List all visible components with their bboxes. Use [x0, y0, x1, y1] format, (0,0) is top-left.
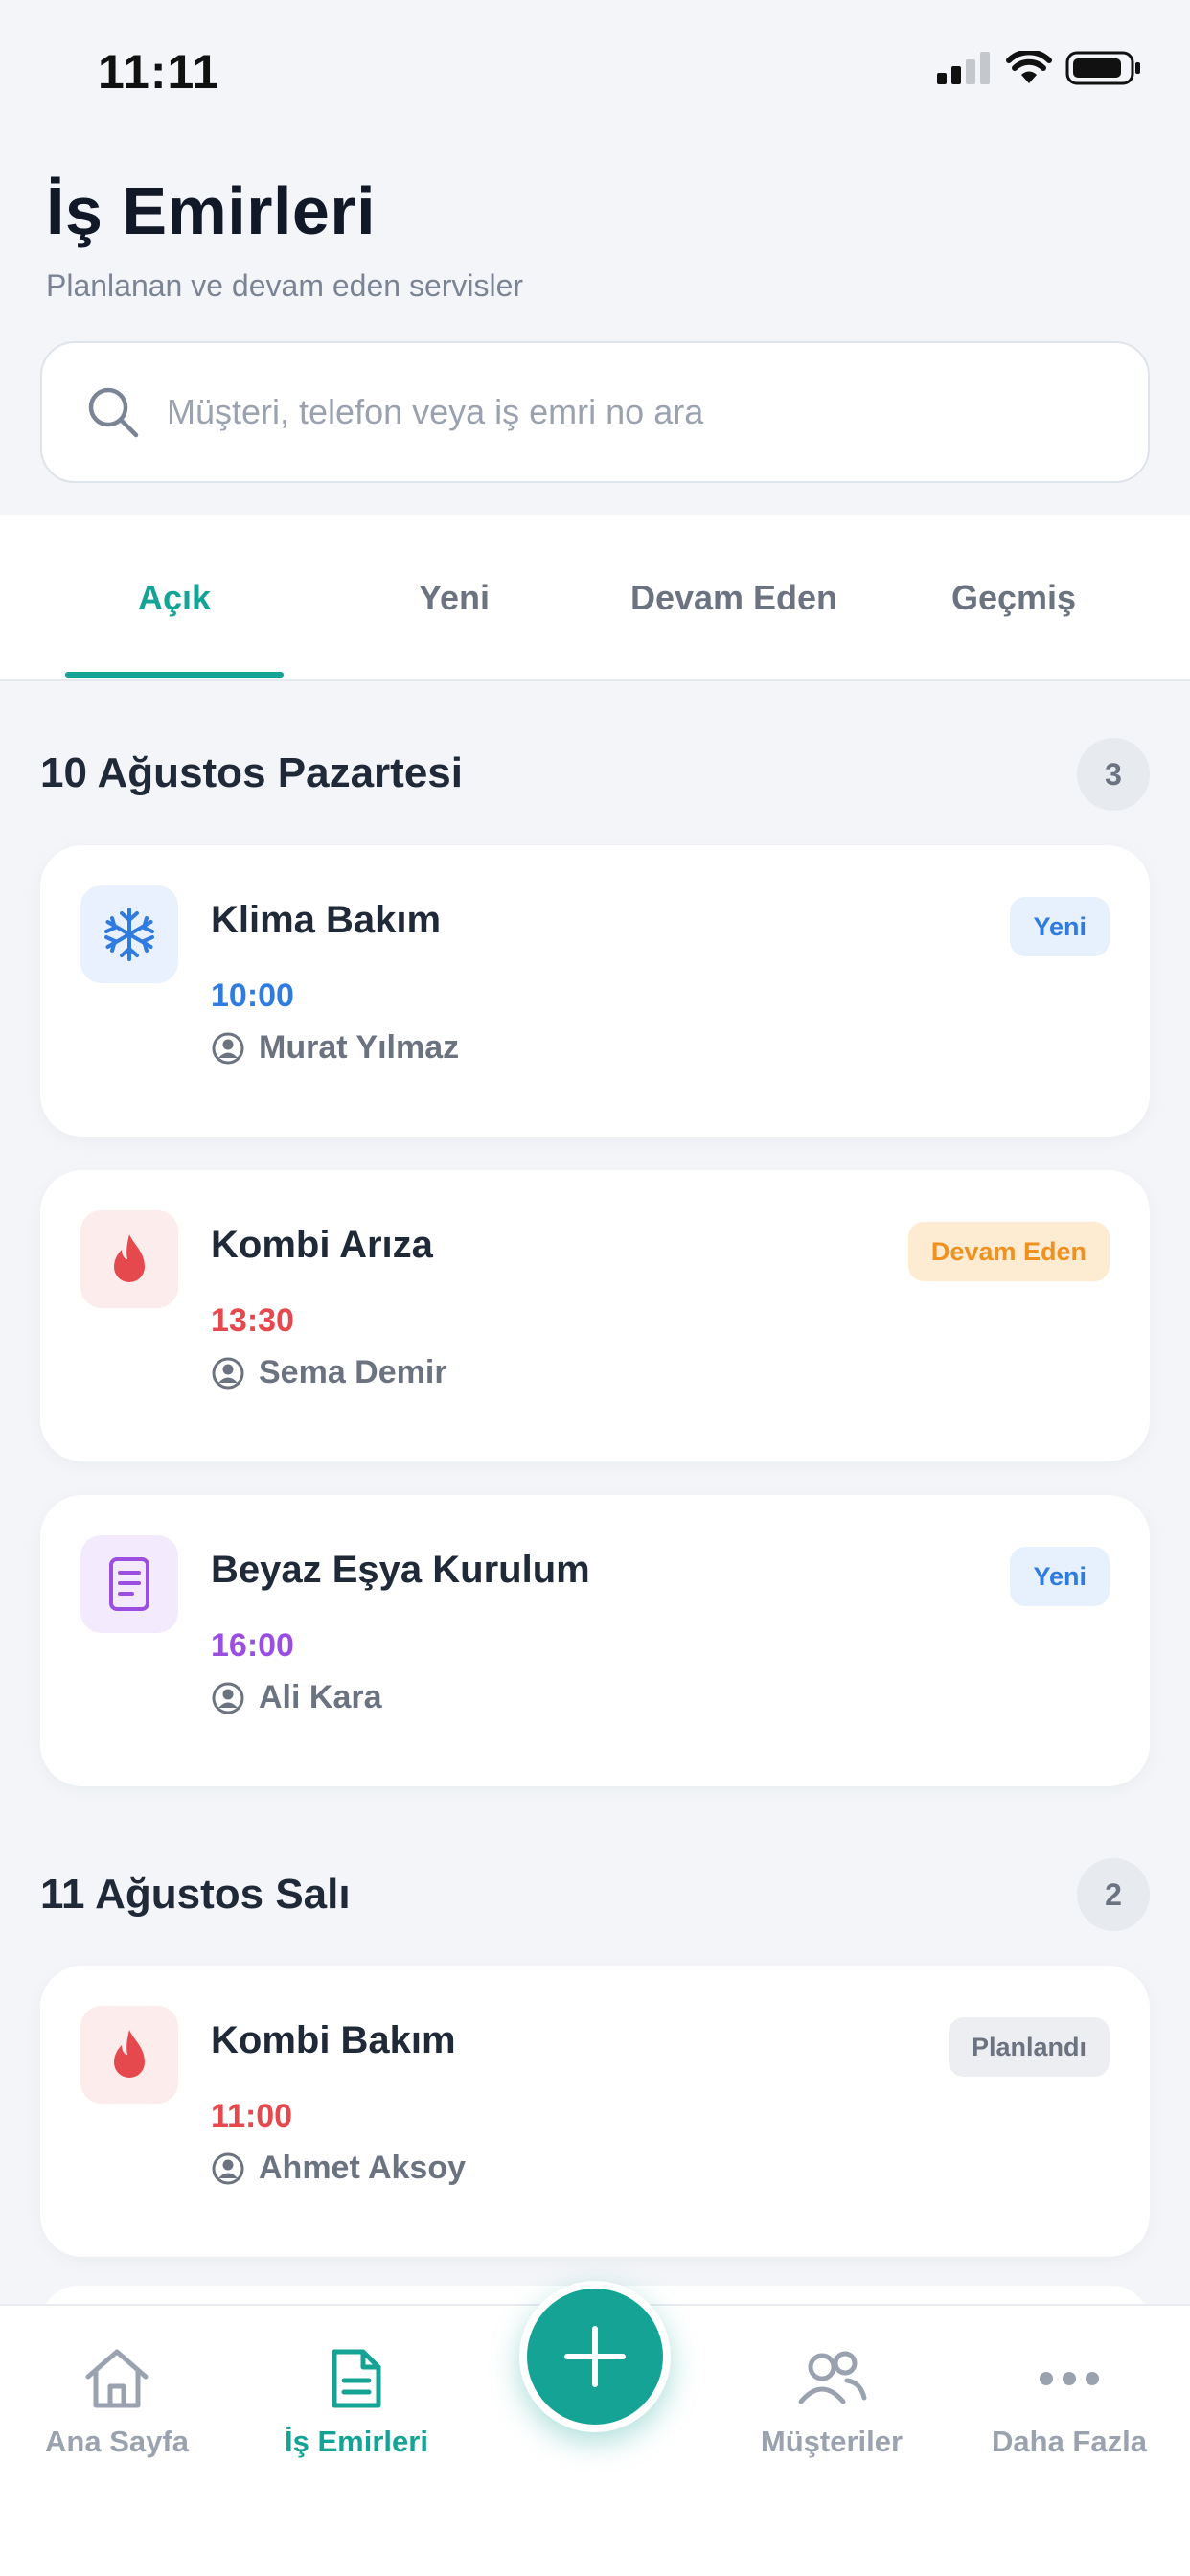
card-icon-tile	[80, 1210, 178, 1308]
card-title: Kombi Bakım	[211, 2019, 456, 2061]
card-time: 10:00	[211, 978, 294, 1014]
customer-name: Murat Yılmaz	[259, 1029, 460, 1066]
nav-label: Ana Sayfa	[45, 2425, 189, 2458]
plus-icon	[564, 2326, 626, 2387]
status-badge: Devam Eden	[907, 1222, 1110, 1281]
section-title: 11 Ağustos Salı	[40, 1871, 351, 1918]
flame-icon	[114, 2030, 145, 2078]
work-order-card[interactable]: Beyaz Eşya Kurulum 16:00 Ali Kara Yeni	[40, 1495, 1150, 1786]
card-time: 13:30	[211, 1302, 294, 1339]
tab-yeni[interactable]: Yeni	[345, 515, 563, 681]
section-count-badge: 3	[1077, 738, 1150, 811]
card-icon-tile	[80, 2006, 178, 2104]
wifi-icon	[1006, 51, 1052, 83]
section-title: 10 Ağustos Pazartesi	[40, 749, 463, 796]
battery-icon	[1065, 51, 1140, 85]
nav-label: İş Emirleri	[285, 2425, 428, 2458]
flame-icon	[114, 1234, 145, 1282]
card-title: Klima Bakım	[211, 899, 442, 941]
status-badge: Yeni	[1010, 897, 1110, 956]
users-icon	[798, 2351, 867, 2404]
section-count-badge: 2	[1077, 1858, 1150, 1931]
card-icon-tile	[80, 886, 178, 983]
signal-icon	[937, 52, 990, 84]
user-circle-icon	[212, 1357, 244, 1389]
nav-item-daha-fazla[interactable]: Daha Fazla	[954, 2344, 1184, 2459]
nav-label: Müşteriler	[760, 2425, 904, 2458]
active-tab-indicator	[65, 672, 284, 678]
status-badge: Yeni	[1010, 1547, 1110, 1606]
document-icon	[332, 2349, 381, 2408]
customer-name: Sema Demir	[259, 1354, 447, 1391]
card-customer: Ali Kara	[211, 1679, 382, 1716]
snowflake-icon	[104, 908, 154, 961]
work-order-card[interactable]: Kombi Arıza 13:30 Sema Demir Devam Eden	[40, 1170, 1150, 1461]
tab-gecmis[interactable]: Geçmiş	[904, 515, 1123, 681]
add-work-order-button[interactable]	[519, 2281, 671, 2432]
card-icon-tile	[80, 1535, 178, 1633]
work-order-card[interactable]: Klima Bakım 10:00 Murat Yılmaz Yeni	[40, 845, 1150, 1137]
user-circle-icon	[212, 2152, 244, 2184]
nav-item-ana-sayfa[interactable]: Ana Sayfa	[2, 2344, 232, 2459]
page-header: İş Emirleri Planlanan ve devam eden serv…	[46, 172, 523, 304]
home-icon	[85, 2349, 149, 2408]
status-icons	[937, 50, 1142, 86]
status-time: 11:11	[98, 45, 220, 99]
user-circle-icon	[212, 1682, 244, 1714]
page-title: İş Emirleri	[46, 173, 377, 248]
card-time: 16:00	[211, 1627, 294, 1664]
more-icon	[1040, 2372, 1099, 2385]
card-title: Beyaz Eşya Kurulum	[211, 1549, 590, 1591]
customer-name: Ahmet Aksoy	[259, 2150, 467, 2186]
card-title: Kombi Arıza	[211, 1224, 433, 1266]
search-icon	[88, 387, 139, 438]
page-subtitle: Planlanan ve devam eden servisler	[46, 268, 524, 303]
nav-label: Daha Fazla	[992, 2425, 1147, 2458]
status-bar: 11:11	[0, 0, 1190, 144]
document-icon	[109, 1557, 149, 1611]
customer-name: Ali Kara	[259, 1679, 382, 1715]
search-input[interactable]	[167, 392, 1029, 432]
nav-item-is-emirleri[interactable]: İş Emirleri	[241, 2344, 471, 2459]
tab-devam-eden[interactable]: Devam Eden	[609, 515, 858, 681]
nav-item-musteriler[interactable]: Müşteriler	[717, 2344, 947, 2459]
card-customer: Murat Yılmaz	[211, 1029, 459, 1067]
status-badge: Planlandı	[948, 2017, 1110, 2077]
work-order-card[interactable]: Kombi Bakım 11:00 Ahmet Aksoy Planlandı	[40, 1966, 1150, 2257]
user-circle-icon	[212, 1032, 244, 1064]
tab-bar: Açık Yeni Devam Eden Geçmiş	[0, 515, 1190, 681]
search-box[interactable]	[40, 341, 1150, 483]
card-time: 11:00	[211, 2098, 293, 2134]
card-customer: Sema Demir	[211, 1354, 447, 1392]
tab-acik[interactable]: Açık	[65, 515, 284, 681]
card-customer: Ahmet Aksoy	[211, 2150, 466, 2187]
